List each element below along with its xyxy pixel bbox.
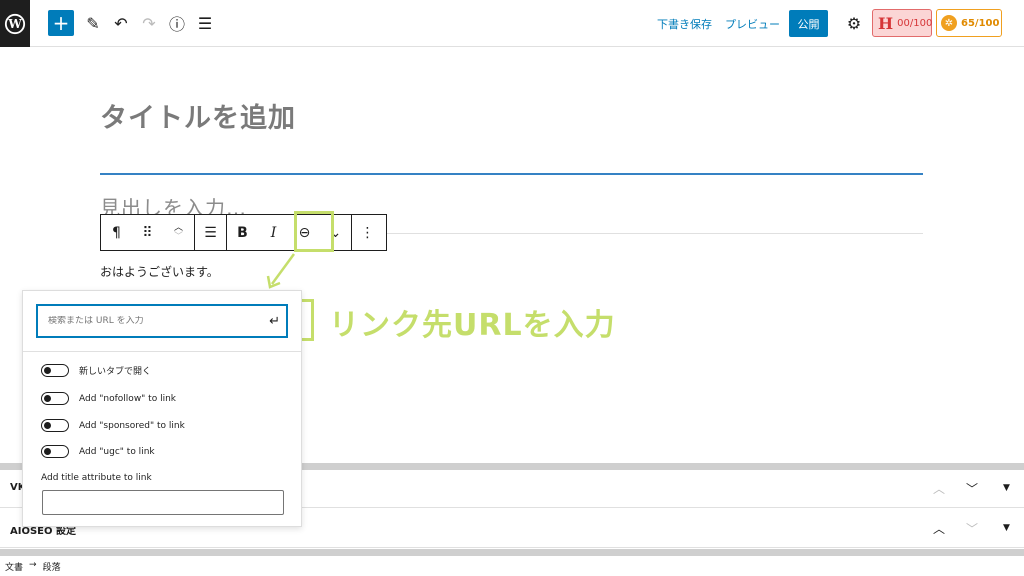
add-block-button[interactable]: + [48, 10, 74, 36]
paragraph-block-icon[interactable]: ¶ [101, 215, 132, 250]
popover-divider [23, 351, 301, 352]
title-attribute-label: Add title attribute to link [41, 473, 152, 483]
post-title-placeholder[interactable]: タイトルを追加 [100, 96, 296, 135]
aioseo-gear-icon: ✲ [941, 15, 957, 31]
publish-button[interactable]: 公開 [789, 10, 828, 37]
breadcrumb-arrow-icon: → [29, 560, 37, 570]
move-up-icon[interactable]: ︿ [933, 520, 945, 537]
annotation-arrow-icon [266, 253, 296, 289]
toggle-panel-icon[interactable]: ▼ [1003, 523, 1010, 533]
block-editor: W + ✎ ↶ ↷ ⓘ ☰ 下書き保存 プレビュー 公開 ⚙ H 00/100 … [0, 0, 1024, 576]
move-down-icon[interactable]: ﹀ [966, 480, 978, 497]
drag-handle-icon[interactable]: ⠿ [132, 215, 163, 250]
save-draft-button[interactable]: 下書き保存 [657, 16, 712, 32]
align-left-icon[interactable]: ☰ [195, 215, 226, 250]
url-input[interactable] [48, 316, 248, 326]
metabox-separator [0, 549, 1024, 556]
wordpress-logo-icon[interactable]: W [0, 0, 30, 47]
toggle-switch[interactable] [41, 419, 69, 432]
settings-gear-icon[interactable]: ⚙ [841, 10, 867, 36]
headline-score: 00/100 [897, 17, 933, 29]
headline-score-badge[interactable]: H 00/100 [872, 9, 932, 37]
move-up-down[interactable]: ︿ ﹀ [163, 215, 194, 250]
highlight-link-button [294, 211, 334, 252]
svg-text:W: W [7, 17, 22, 31]
toggle-switch[interactable] [41, 364, 69, 377]
redo-icon[interactable]: ↷ [136, 10, 162, 36]
title-attribute-input[interactable] [42, 490, 284, 515]
align-group: ☰ [195, 215, 227, 250]
breadcrumb-root[interactable]: 文書 [5, 560, 23, 573]
toggle-switch[interactable] [41, 392, 69, 405]
link-popover: ↵ 新しいタブで開く Add "nofollow" to link Add "s… [22, 290, 302, 527]
headline-h-icon: H [878, 13, 894, 33]
move-up-icon[interactable]: ︿ [933, 480, 945, 497]
bold-button[interactable]: B [227, 215, 258, 250]
options-group: ⋮ [352, 215, 383, 250]
toggle-ugc[interactable]: Add "ugc" to link [41, 445, 155, 458]
annotation-label: リンク先URLを入力 [329, 308, 616, 343]
title-focus-divider [100, 173, 923, 175]
block-toolbar: ¶ ⠿ ︿ ﹀ ☰ B I ⊖ ⌄ ⋮ [100, 214, 387, 251]
block-mover-group: ¶ ⠿ ︿ ﹀ [101, 215, 195, 250]
seo-score: 65/100 [961, 17, 1000, 29]
more-options-icon[interactable]: ⋮ [352, 215, 383, 250]
toggle-panel-icon[interactable]: ▼ [1003, 483, 1010, 493]
list-view-icon[interactable]: ☰ [192, 10, 218, 36]
toggle-label: 新しいタブで開く [79, 367, 152, 377]
toggle-new-tab[interactable]: 新しいタブで開く [41, 364, 151, 377]
paragraph-block[interactable]: おはようございます。 [100, 263, 219, 280]
breadcrumb-current[interactable]: 段落 [43, 560, 61, 573]
move-down-icon[interactable]: ﹀ [966, 520, 978, 537]
undo-icon[interactable]: ↶ [108, 10, 134, 36]
toggle-label: Add "sponsored" to link [79, 420, 185, 431]
url-search-field[interactable]: ↵ [37, 305, 287, 337]
toggle-nofollow[interactable]: Add "nofollow" to link [41, 392, 176, 405]
toggle-label: Add "nofollow" to link [79, 393, 176, 404]
editor-header: W + ✎ ↶ ↷ ⓘ ☰ 下書き保存 プレビュー 公開 ⚙ H 00/100 … [0, 0, 1024, 47]
submit-enter-icon[interactable]: ↵ [269, 314, 280, 329]
details-info-icon[interactable]: ⓘ [164, 10, 190, 36]
tools-pencil-icon[interactable]: ✎ [80, 10, 106, 36]
toggle-label: Add "ugc" to link [79, 446, 155, 457]
toggle-switch[interactable] [41, 445, 69, 458]
chevron-down-icon[interactable]: ﹀ [174, 232, 183, 242]
seo-score-badge[interactable]: ✲ 65/100 [936, 9, 1002, 37]
toggle-sponsored[interactable]: Add "sponsored" to link [41, 419, 185, 432]
preview-button[interactable]: プレビュー [725, 16, 780, 32]
heading-underline [387, 233, 923, 234]
block-breadcrumb: 文書 → 段落 [0, 556, 1024, 576]
italic-button[interactable]: I [258, 215, 289, 250]
